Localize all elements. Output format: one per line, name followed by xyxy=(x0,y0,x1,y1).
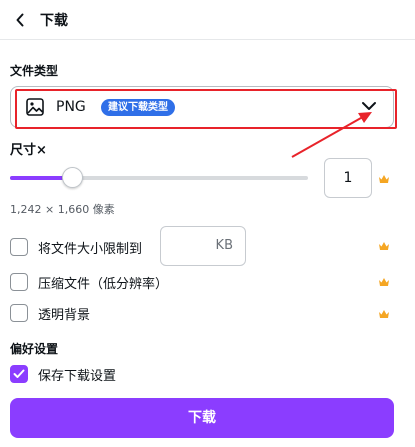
scale-slider-track[interactable] xyxy=(10,176,308,180)
limit-size-option: 将文件大小限制到 xyxy=(10,236,142,258)
crown-icon xyxy=(379,310,389,318)
save-settings-option: 保存下载设置 xyxy=(10,363,116,385)
save-settings-checkbox[interactable] xyxy=(10,365,28,383)
kb-unit-label: KB xyxy=(215,238,233,253)
file-type-value: PNG xyxy=(56,99,86,115)
scale-slider-fill xyxy=(10,176,70,180)
checkmark-icon xyxy=(13,369,25,378)
transparent-checkbox[interactable] xyxy=(10,304,28,322)
compress-checkbox[interactable] xyxy=(10,273,28,291)
recommended-badge: 建议下载类型 xyxy=(101,99,175,116)
download-button[interactable]: 下载 xyxy=(10,398,394,438)
image-icon xyxy=(26,98,44,116)
save-settings-label: 保存下载设置 xyxy=(38,368,117,384)
file-size-limit-input[interactable]: KB xyxy=(160,226,246,266)
preferences-label: 偏好设置 xyxy=(10,342,59,356)
size-label: 尺寸× xyxy=(10,143,47,158)
back-button[interactable] xyxy=(8,8,32,32)
compress-option: 压缩文件（低分辨率） xyxy=(10,271,168,293)
limit-size-label: 将文件大小限制到 xyxy=(38,241,143,257)
chevron-down-icon[interactable] xyxy=(360,99,378,113)
transparent-label: 透明背景 xyxy=(38,307,91,323)
page-title: 下载 xyxy=(40,13,68,29)
scale-slider-thumb[interactable] xyxy=(62,167,83,188)
chevron-left-icon xyxy=(16,13,24,27)
crown-icon xyxy=(379,278,389,286)
crown-icon xyxy=(379,242,389,250)
crown-icon xyxy=(379,175,389,183)
dimensions-text: 1,242 × 1,660 像素 xyxy=(10,203,115,216)
file-type-label: 文件类型 xyxy=(10,64,59,78)
scale-input[interactable]: 1 xyxy=(324,158,372,198)
limit-size-checkbox[interactable] xyxy=(10,238,28,256)
panel-header: 下载 xyxy=(0,0,415,40)
transparent-option: 透明背景 xyxy=(10,302,90,324)
compress-label: 压缩文件（低分辨率） xyxy=(38,276,169,292)
